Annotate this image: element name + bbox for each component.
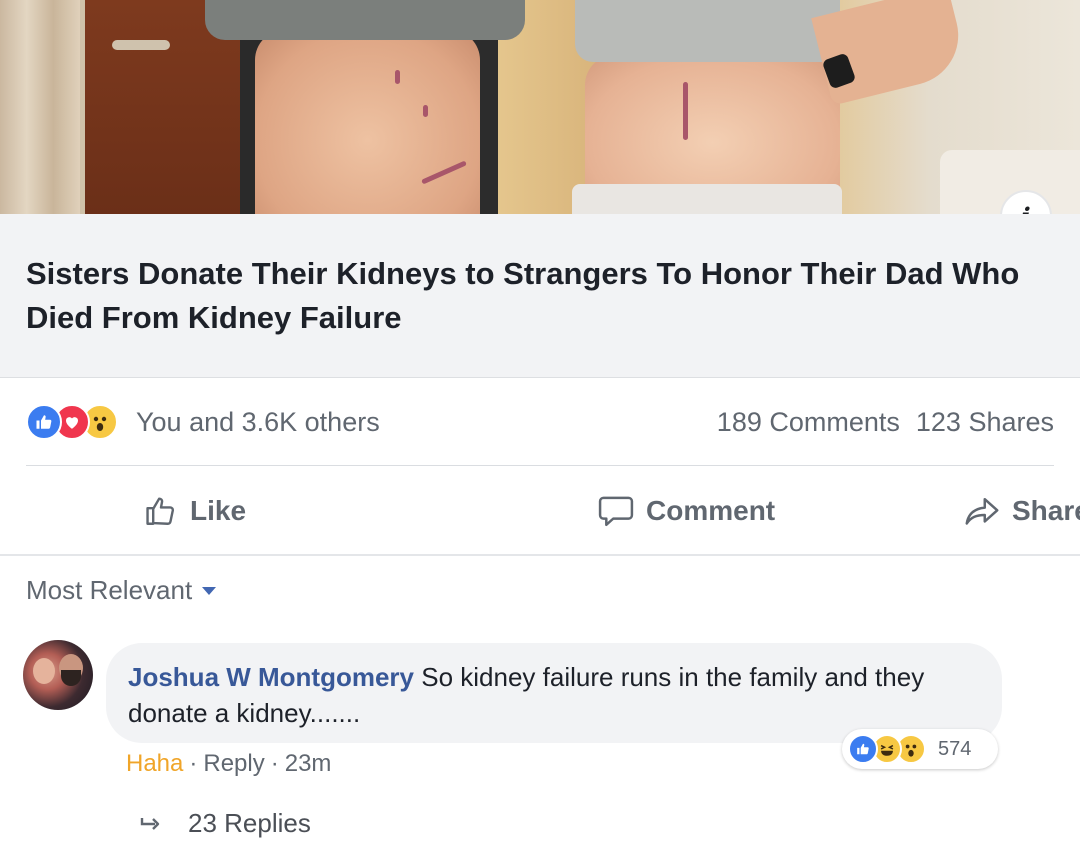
caret-down-icon [202, 586, 217, 595]
reply-arrow-icon [140, 817, 160, 830]
action-bar: Like Comment Share [0, 470, 1080, 552]
comment-meta: Haha · Reply · 23m [126, 750, 331, 778]
avatar-face [33, 658, 55, 684]
comment-reactions[interactable]: 574 [842, 729, 998, 769]
thumbs-up-icon [146, 497, 175, 525]
link-preview[interactable]: Sisters Donate Their Kidneys to Stranger… [0, 214, 1080, 378]
divider [26, 465, 1054, 466]
post-stats: You and 3.6K others 189 Comments 123 Shar… [26, 400, 1054, 444]
reactions-text[interactable]: You and 3.6K others [136, 407, 380, 438]
replies-label: 23 Replies [188, 808, 311, 838]
separator-dot: · [270, 750, 279, 777]
photo-torso-left [255, 30, 480, 214]
separator-dot: · [189, 750, 198, 777]
like-label: Like [190, 495, 247, 526]
photo-shirt-left [205, 0, 525, 40]
share-button[interactable]: Share [834, 470, 1080, 552]
photo-shirt-right [575, 0, 840, 62]
comments-count[interactable]: 189 Comments [717, 407, 900, 437]
avatar[interactable] [23, 640, 93, 710]
comment-icon [598, 496, 634, 527]
photo-scar [423, 105, 428, 117]
shares-count[interactable]: 123 Shares [916, 407, 1054, 437]
like-icon [26, 404, 62, 440]
haha-reaction-link[interactable]: Haha [126, 750, 183, 777]
comment-sort-dropdown[interactable]: Most Relevant [26, 575, 217, 606]
photo-scar [395, 70, 400, 84]
like-icon [848, 734, 878, 764]
photo-scar [683, 82, 688, 140]
like-button[interactable]: Like [0, 470, 444, 552]
comment-timestamp[interactable]: 23m [285, 750, 332, 777]
reply-link[interactable]: Reply [203, 750, 264, 777]
photo-curtain [0, 0, 80, 214]
avatar-beard [61, 670, 81, 686]
photo-waistband [572, 184, 842, 214]
share-label: Share [1012, 495, 1080, 526]
comment-reaction-count: 574 [938, 737, 972, 760]
link-headline: Sisters Donate Their Kidneys to Stranger… [26, 256, 1020, 335]
view-replies-link[interactable]: 23 Replies [140, 808, 311, 839]
photo-arm [811, 0, 969, 106]
engagement-counts: 189 Comments 123 Shares [717, 407, 1054, 438]
photo-door-handle [112, 40, 170, 50]
comment-label: Comment [646, 495, 776, 526]
share-arrow-icon [965, 497, 999, 525]
comment-author[interactable]: Joshua W Montgomery [128, 662, 414, 692]
sort-label: Most Relevant [26, 575, 193, 605]
comment-bubble: Joshua W Montgomery So kidney failure ru… [106, 643, 1002, 743]
reaction-summary[interactable]: You and 3.6K others [26, 404, 380, 440]
post-image[interactable] [0, 0, 1080, 214]
comment-button[interactable]: Comment [444, 470, 834, 552]
divider [0, 554, 1080, 556]
